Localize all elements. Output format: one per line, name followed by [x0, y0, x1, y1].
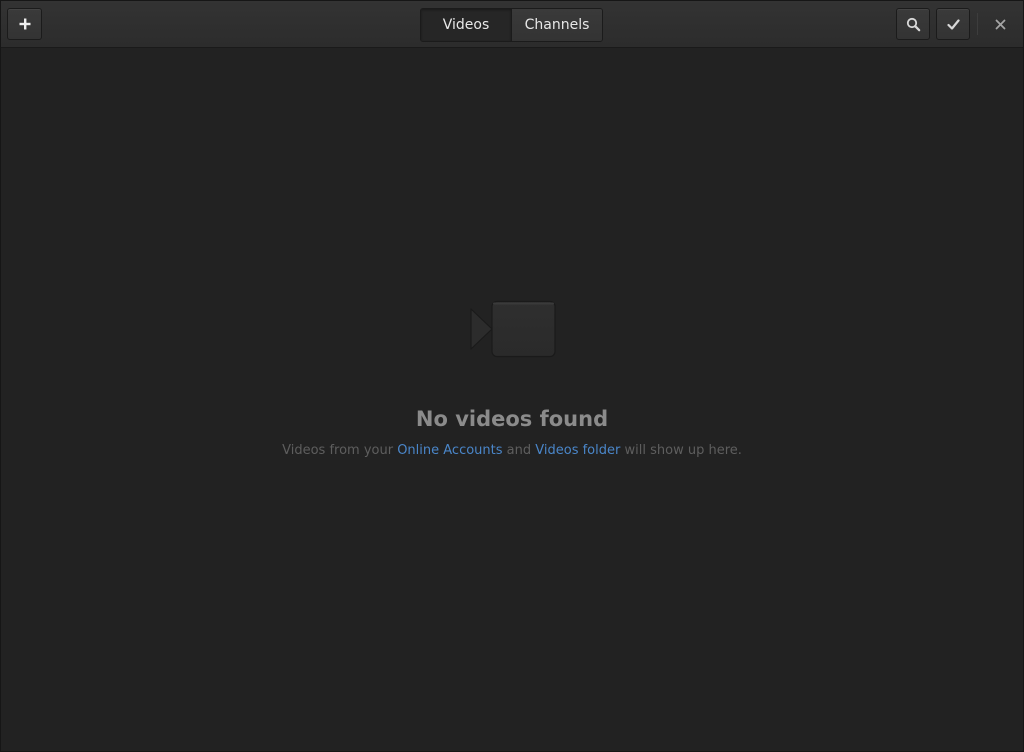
view-switcher: Videos Channels — [420, 8, 603, 42]
subtitle-suffix: will show up here. — [624, 443, 742, 458]
videos-folder-link[interactable]: Videos folder — [535, 443, 620, 458]
app-window: Videos Channels No videos found Videos f… — [0, 0, 1024, 752]
tab-channels-label: Channels — [524, 17, 590, 33]
select-button[interactable] — [936, 8, 970, 40]
close-icon — [995, 19, 1005, 29]
video-camera-icon — [470, 300, 556, 358]
search-button[interactable] — [896, 8, 930, 40]
headerbar: Videos Channels — [1, 1, 1023, 48]
close-button[interactable] — [986, 9, 1014, 39]
checkmark-icon — [946, 18, 960, 30]
headerbar-separator — [977, 13, 978, 35]
new-button[interactable] — [7, 8, 42, 40]
tab-videos[interactable]: Videos — [421, 9, 512, 41]
subtitle-prefix: Videos from your — [282, 443, 394, 458]
search-icon — [906, 17, 920, 31]
empty-state: No videos found Videos from your Online … — [1, 48, 1023, 751]
tab-videos-label: Videos — [442, 17, 490, 33]
subtitle-and: and — [506, 443, 532, 458]
plus-icon — [19, 18, 30, 30]
empty-title: No videos found — [415, 407, 609, 431]
empty-subtitle: Videos from your Online Accounts and Vid… — [1, 443, 1023, 458]
online-accounts-link[interactable]: Online Accounts — [397, 443, 502, 458]
tab-channels[interactable]: Channels — [512, 9, 602, 41]
